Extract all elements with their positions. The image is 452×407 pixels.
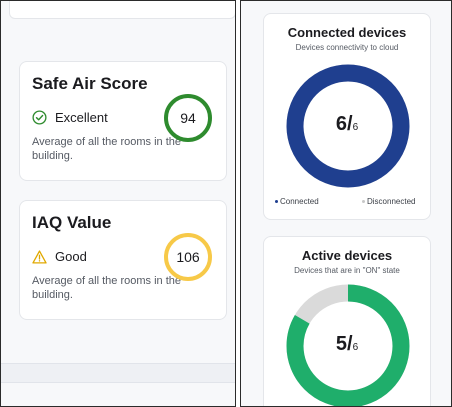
legend-disconnected: Disconnected	[362, 197, 415, 206]
connected-devices-value: 6/	[335, 113, 353, 135]
safe-air-score-card[interactable]: Safe Air Score Excellent Average of all …	[19, 61, 227, 181]
safe-air-description: Average of all the rooms in the building…	[32, 136, 181, 162]
active-devices-total: 6	[352, 342, 359, 353]
warning-triangle-icon	[32, 249, 47, 264]
air-quality-panel: Safe Air Score Excellent Average of all …	[0, 0, 236, 407]
iaq-value-title: IAQ Value	[32, 213, 112, 232]
iaq-value: 106	[164, 233, 212, 281]
iaq-status: Good	[32, 249, 87, 264]
bottom-divider	[1, 363, 235, 383]
top-card	[9, 1, 235, 19]
connected-devices-card[interactable]: Connected devices Devices connectivity t…	[263, 13, 431, 220]
safe-air-status: Excellent	[32, 110, 108, 125]
legend-disconnected-label: Disconnected	[367, 197, 416, 206]
connected-devices-count: 6/6	[264, 113, 430, 136]
connected-devices-title: Connected devices	[287, 25, 407, 40]
legend-connected-dot	[275, 200, 278, 203]
active-devices-count: 5/6	[264, 333, 430, 356]
legend-connected-label: Connected	[280, 197, 319, 206]
connected-devices-subtitle: Devices connectivity to cloud	[295, 43, 399, 52]
active-devices-card[interactable]: Active devices Devices that are in "ON" …	[263, 236, 431, 406]
safe-air-score-value: 94	[164, 94, 212, 142]
iaq-value-card[interactable]: IAQ Value Good Average of all the rooms …	[19, 200, 227, 320]
active-devices-subtitle: Devices that are in "ON" state	[294, 266, 400, 275]
legend-disconnected-dot	[362, 200, 365, 203]
active-devices-value: 5/	[335, 333, 353, 355]
iaq-status-label: Good	[55, 249, 87, 264]
safe-air-score-title: Safe Air Score	[32, 74, 148, 93]
legend-connected: Connected	[275, 197, 319, 206]
devices-panel: Connected devices Devices connectivity t…	[240, 0, 452, 407]
safe-air-status-label: Excellent	[55, 110, 108, 125]
check-circle-icon	[32, 110, 47, 125]
connected-devices-total: 6	[352, 122, 359, 133]
iaq-description: Average of all the rooms in the building…	[32, 275, 181, 301]
active-devices-title: Active devices	[301, 248, 393, 263]
